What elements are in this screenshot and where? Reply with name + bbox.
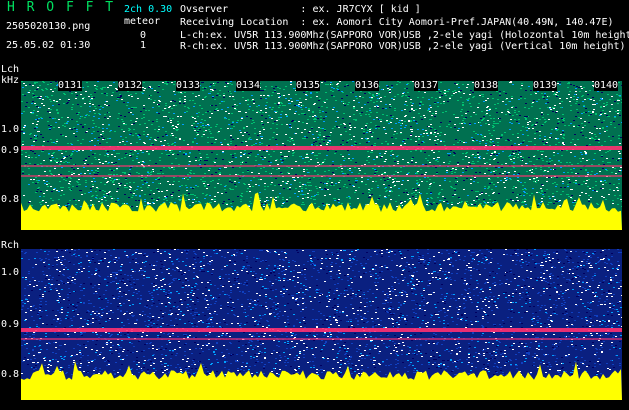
time-tick: 0133 bbox=[176, 80, 201, 91]
observer-value: : ex. JR7CYX [ kid ] bbox=[300, 4, 421, 15]
datetime: 25.05.02 01:30 bbox=[6, 40, 91, 51]
time-tick: 0134 bbox=[236, 80, 261, 91]
location-label: Receiving Location bbox=[180, 17, 289, 28]
rch-label: Rch bbox=[1, 240, 20, 251]
time-tick: 0132 bbox=[118, 80, 143, 91]
location-value: : ex. Aomori City Aomori-Pref.JAPAN(40.4… bbox=[300, 17, 614, 28]
lch-label: Lch bbox=[1, 64, 20, 75]
filename: 2505020130.png bbox=[6, 21, 91, 32]
observer-row: Ovserver : ex. JR7CYX [ kid ] bbox=[180, 4, 421, 15]
observer-label: Ovserver bbox=[180, 4, 229, 15]
meteor-label: meteor bbox=[124, 16, 161, 27]
rch-ytick-1: 1.0 bbox=[1, 267, 20, 278]
time-tick: 0136 bbox=[355, 80, 380, 91]
rch-info: R-ch:ex. UV5R 113.900Mhz(SAPPORO VOR)USB… bbox=[180, 41, 626, 52]
app-title: H R O F F T bbox=[7, 0, 116, 15]
meteor-count-rch: 1 bbox=[140, 40, 147, 51]
time-tick: 0139 bbox=[533, 80, 558, 91]
lch-ytick-1: 1.0 bbox=[1, 124, 20, 135]
time-tick: 0140 bbox=[594, 80, 619, 91]
rch-spectrogram-canvas bbox=[21, 249, 622, 400]
lch-spectrogram bbox=[21, 81, 622, 230]
rch-ytick-3: 0.8 bbox=[1, 369, 20, 380]
time-tick: 0138 bbox=[474, 80, 499, 91]
rch-ytick-2: 0.9 bbox=[1, 319, 20, 330]
location-row: Receiving Location : ex. Aomori City Aom… bbox=[180, 17, 614, 28]
khz-label: kHz bbox=[1, 75, 20, 86]
channel-mode: 2ch 0.30 bbox=[124, 4, 173, 15]
rch-spectrogram bbox=[21, 249, 622, 400]
lch-info: L-ch:ex. UV5R 113.900Mhz(SAPPORO VOR)USB… bbox=[180, 30, 629, 41]
time-tick: 0131 bbox=[58, 80, 83, 91]
time-tick: 0135 bbox=[296, 80, 321, 91]
lch-ytick-3: 0.8 bbox=[1, 194, 20, 205]
time-tick: 0137 bbox=[414, 80, 439, 91]
lch-spectrogram-canvas bbox=[21, 81, 622, 230]
lch-ytick-2: 0.9 bbox=[1, 145, 20, 156]
